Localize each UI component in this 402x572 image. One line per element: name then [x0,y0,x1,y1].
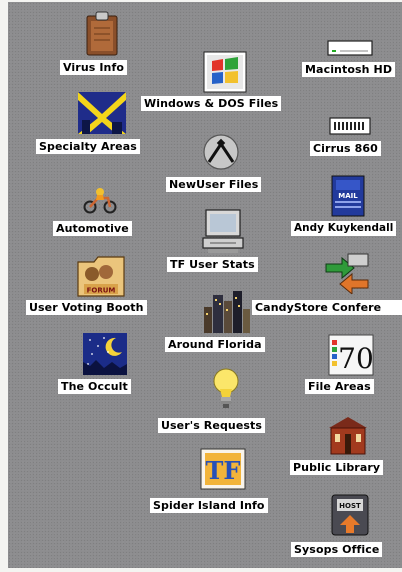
icon-label[interactable]: Macintosh HD [302,62,396,77]
mail-icon-text: MAIL [338,192,358,200]
forum-folder-icon: FORUM [77,256,125,297]
icon-label[interactable]: Specialty Areas [36,139,140,154]
lightbulb-icon [213,368,239,408]
icon-label[interactable]: TF User Stats [167,257,258,272]
icon-label[interactable]: Windows & DOS Files [141,96,282,111]
icon-label[interactable]: Public Library [290,460,384,475]
icon-label[interactable]: Spider Island Info [150,498,268,513]
clipboard-icon [86,11,118,56]
icon-label[interactable]: Virus Info [60,60,127,75]
icon-label[interactable]: Cirrus 860 [310,141,381,156]
icon-label[interactable]: CandyStore Confere [252,300,402,315]
candystore-arrows-icon [325,253,369,294]
icon-label[interactable]: File Areas [305,379,374,394]
library-building-icon [329,417,367,455]
icon-label[interactable]: NewUser Files [166,177,262,192]
hard-disk-icon [327,40,373,56]
icon-label[interactable]: Sysops Office [291,542,383,557]
computer-icon [202,209,244,253]
tf-logo-icon: TF [200,448,246,490]
screenshot-frame: Virus Info Macintosh HD Windows & DOS Fi… [0,0,402,572]
night-moon-icon [83,333,127,375]
host-machine-icon: HOST [331,494,369,536]
cirrus-drive-icon [329,117,371,135]
specialty-folder-icon [78,92,126,134]
icon-label[interactable]: Around Florida [165,337,265,352]
newuser-pen-icon [203,134,239,170]
desktop[interactable]: Virus Info Macintosh HD Windows & DOS Fi… [8,2,402,568]
seventy-icon-text: 70 [338,342,374,375]
forum-icon-text: FORUM [87,287,116,295]
city-skyline-icon [204,291,250,333]
icon-label[interactable]: Andy Kuykendall [291,221,397,236]
icon-label[interactable]: Automotive [53,221,132,236]
icon-label[interactable]: The Occult [58,379,131,394]
seventy-number-icon: 70 [328,334,374,376]
icon-label[interactable]: User's Requests [158,418,266,433]
tf-icon-text: TF [206,456,241,485]
mail-icon: MAIL [331,175,365,217]
windows-logo-icon [203,51,247,93]
host-icon-text: HOST [339,502,361,510]
icon-label[interactable]: User Voting Booth [26,300,147,315]
motorcycle-icon [83,188,117,214]
